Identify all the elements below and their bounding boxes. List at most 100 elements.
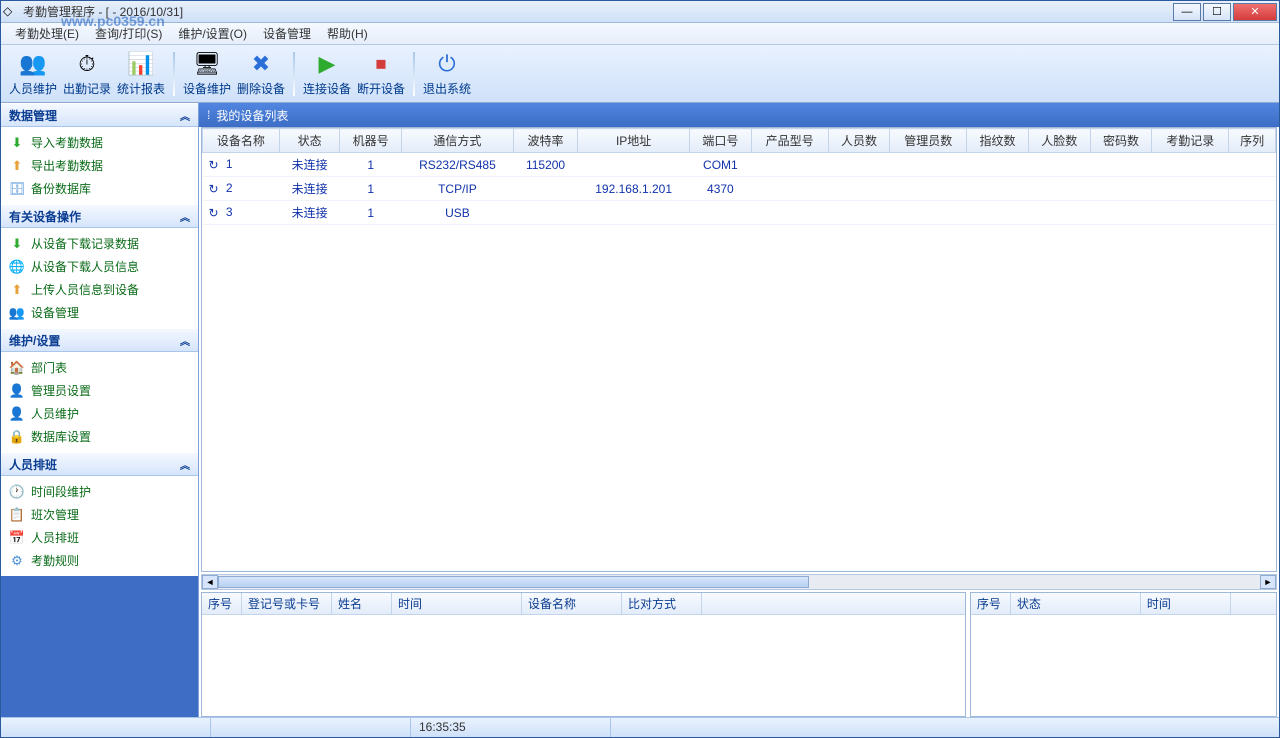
sidebar-item[interactable]: 📅人员排班 — [7, 526, 192, 549]
sidebar-item[interactable]: 🏠 部门表 — [7, 356, 192, 379]
titlebar: ◇ 考勤管理程序 - [ - 2016/10/31] — ☐ ✕ — [1, 1, 1279, 23]
log-panel-right: 序号状态时间 — [970, 592, 1277, 717]
sidebar-item[interactable]: 🌐 从设备下载人员信息 — [7, 255, 192, 278]
column-header[interactable]: 设备名称 — [522, 593, 622, 614]
item-icon: 👤 — [9, 383, 25, 399]
item-label: 导入考勤数据 — [31, 134, 103, 151]
column-header[interactable]: 登记号或卡号 — [242, 593, 332, 614]
status-cell-1 — [1, 718, 211, 737]
column-header[interactable]: 通信方式 — [402, 129, 514, 153]
horizontal-scrollbar[interactable]: ◄ ► — [201, 574, 1277, 590]
sidebar-item[interactable]: ⬆上传人员信息到设备 — [7, 278, 192, 301]
column-header[interactable]: 姓名 — [332, 593, 392, 614]
sidebar-fill — [1, 576, 198, 717]
column-header[interactable]: 指纹数 — [967, 129, 1029, 153]
device-list-header: ⁞ 我的设备列表 — [199, 103, 1279, 127]
panel-header[interactable]: 数据管理︽ — [1, 103, 198, 127]
power-icon: ⏻ — [433, 50, 461, 78]
minimize-button[interactable]: — — [1173, 3, 1201, 21]
column-header[interactable]: IP地址 — [578, 129, 690, 153]
item-label: 人员排班 — [31, 529, 79, 546]
column-header[interactable]: 密码数 — [1090, 129, 1152, 153]
app-icon: ◇ — [3, 4, 19, 20]
item-icon: ⬇ — [9, 236, 25, 252]
column-header[interactable]: 时间 — [392, 593, 522, 614]
column-header[interactable]: 比对方式 — [622, 593, 702, 614]
sidebar-item[interactable]: 🔒数据库设置 — [7, 425, 192, 448]
sidebar-item[interactable]: ⬇从设备下载记录数据 — [7, 232, 192, 255]
sidebar-item[interactable]: 👥设备管理 — [7, 301, 192, 324]
tb-person-maintain[interactable]: 👥人员维护 — [7, 48, 59, 100]
scroll-right-icon[interactable]: ► — [1260, 575, 1276, 589]
clock-icon: ⏱ — [73, 50, 101, 78]
column-header[interactable]: 状态 — [279, 129, 339, 153]
refresh-icon: ↻ — [209, 206, 223, 220]
item-icon: 🌐 — [9, 259, 25, 275]
menu-maintain[interactable]: 维护/设置(O) — [170, 23, 255, 44]
sidebar-item[interactable]: 👤人员维护 — [7, 402, 192, 425]
item-icon: 🗄 — [9, 181, 25, 197]
close-button[interactable]: ✕ — [1233, 3, 1277, 21]
sidebar-item[interactable]: 🗄备份数据库 — [7, 177, 192, 200]
column-header[interactable]: 人员数 — [828, 129, 890, 153]
column-header[interactable]: 时间 — [1141, 593, 1231, 614]
device-grid[interactable]: 设备名称状态机器号通信方式波特率IP地址端口号产品型号人员数管理员数指纹数人脸数… — [201, 127, 1277, 572]
item-icon: 🔒 — [9, 429, 25, 445]
tb-attendance-record[interactable]: ⏱出勤记录 — [61, 48, 113, 100]
log-panel-left: 序号登记号或卡号姓名时间设备名称比对方式 — [201, 592, 966, 717]
maximize-button[interactable]: ☐ — [1203, 3, 1231, 21]
column-header[interactable]: 端口号 — [690, 129, 752, 153]
chevron-up-icon: ︽ — [180, 457, 190, 472]
tb-delete-device[interactable]: ✖删除设备 — [235, 48, 287, 100]
table-row[interactable]: ↻ 3未连接1USB — [203, 201, 1276, 225]
menu-device[interactable]: 设备管理 — [255, 23, 319, 44]
item-label: 导出考勤数据 — [31, 157, 103, 174]
toolbar-separator — [173, 52, 175, 96]
tb-device-maintain[interactable]: 🖥设备维护 — [181, 48, 233, 100]
chevron-up-icon: ︽ — [180, 333, 190, 348]
panel-header[interactable]: 人员排班︽ — [1, 452, 198, 476]
toolbar-separator — [413, 52, 415, 96]
column-header[interactable]: 管理员数 — [890, 129, 967, 153]
tb-exit[interactable]: ⏻退出系统 — [421, 48, 473, 100]
panel-body: ⬇ 导入考勤数据 ⬆导出考勤数据🗄备份数据库 — [1, 127, 198, 204]
column-header[interactable]: 序号 — [971, 593, 1011, 614]
panel-body: ⬇从设备下载记录数据 🌐 从设备下载人员信息 ⬆上传人员信息到设备👥设备管理 — [1, 228, 198, 328]
item-icon: ⬇ — [9, 135, 25, 151]
menu-help[interactable]: 帮助(H) — [319, 23, 376, 44]
panel-header[interactable]: 有关设备操作︽ — [1, 204, 198, 228]
item-label: 班次管理 — [31, 506, 79, 523]
status-body[interactable] — [971, 615, 1276, 716]
sidebar-item[interactable]: 🕐时间段维护 — [7, 480, 192, 503]
column-header[interactable]: 设备名称 — [203, 129, 280, 153]
sidebar-item[interactable]: ⬇ 导入考勤数据 — [7, 131, 192, 154]
column-header[interactable]: 序号 — [202, 593, 242, 614]
scroll-left-icon[interactable]: ◄ — [202, 575, 218, 589]
item-icon: 🏠 — [9, 360, 25, 376]
column-header[interactable]: 序列 — [1229, 129, 1276, 153]
table-row[interactable]: ↻ 2未连接1TCP/IP192.168.1.2014370 — [203, 177, 1276, 201]
column-header[interactable]: 考勤记录 — [1152, 129, 1229, 153]
table-row[interactable]: ↻ 1未连接1RS232/RS485115200COM1 — [203, 153, 1276, 177]
item-label: 从设备下载人员信息 — [31, 258, 139, 275]
column-header[interactable]: 机器号 — [340, 129, 402, 153]
tb-report[interactable]: 📊统计报表 — [115, 48, 167, 100]
panel-header[interactable]: 维护/设置︽ — [1, 328, 198, 352]
main-area: 数据管理︽⬇导入考勤数据⬆导出考勤数据🗄备份数据库有关设备操作︽⬇从设备下载记录… — [1, 103, 1279, 717]
item-label: 设备管理 — [31, 304, 79, 321]
column-header[interactable]: 产品型号 — [751, 129, 828, 153]
sidebar-item[interactable]: 👤 管理员设置 — [7, 379, 192, 402]
scroll-thumb[interactable] — [218, 576, 809, 588]
sidebar-item[interactable]: 📋班次管理 — [7, 503, 192, 526]
sidebar-item[interactable]: ⚙考勤规则 — [7, 549, 192, 572]
column-header[interactable]: 状态 — [1011, 593, 1141, 614]
column-header[interactable]: 波特率 — [513, 129, 577, 153]
sidebar-item[interactable]: ⬆导出考勤数据 — [7, 154, 192, 177]
sidebar: 数据管理︽⬇导入考勤数据⬆导出考勤数据🗄备份数据库有关设备操作︽⬇从设备下载记录… — [1, 103, 199, 717]
tb-connect[interactable]: ▶连接设备 — [301, 48, 353, 100]
log-body[interactable] — [202, 615, 965, 716]
item-label: 部门表 — [31, 359, 67, 376]
item-label: 管理员设置 — [31, 382, 91, 399]
column-header[interactable]: 人脸数 — [1028, 129, 1090, 153]
tb-disconnect[interactable]: ⏹断开设备 — [355, 48, 407, 100]
